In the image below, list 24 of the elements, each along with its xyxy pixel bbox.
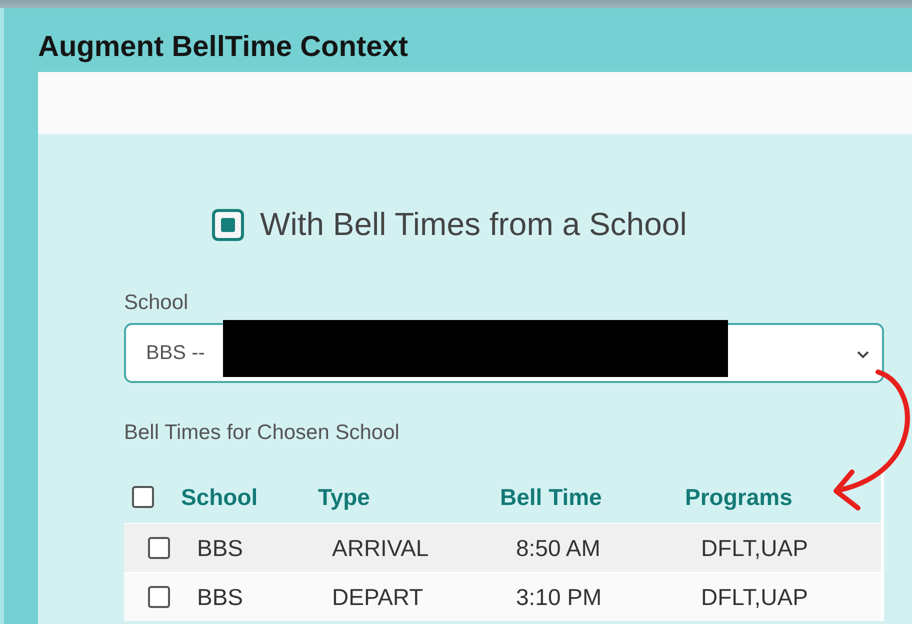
school-select[interactable]: BBS --	[124, 323, 884, 383]
table-cell-text: DFLT,UAP	[701, 584, 809, 610]
table-cell-text: ARRIVAL	[332, 534, 430, 562]
table-cell-text: BBS	[197, 534, 244, 562]
table-cell-text: 8:50 AM	[516, 534, 602, 562]
table-cell-text: 3:10 PM	[516, 584, 603, 610]
column-header[interactable]: Programs	[685, 484, 881, 510]
row-checkbox[interactable]	[148, 537, 170, 559]
field-label: School	[124, 291, 190, 315]
column-header[interactable]: Bell Time	[500, 484, 685, 510]
chevron-down-icon	[856, 350, 870, 359]
option-checkbox[interactable]	[212, 208, 244, 240]
column-header[interactable]: Type	[318, 484, 500, 510]
table-row[interactable]: BBS DEPART 3:10 PM DFLT,UAP	[124, 572, 881, 621]
table-cell-text: DEPART	[332, 584, 424, 610]
table-row[interactable]: BBS ARRIVAL 8:50 AM DFLT,UAP	[124, 523, 881, 572]
table-caption: Bell Times for Chosen School	[124, 421, 400, 445]
table-cell-text: BBS	[197, 584, 244, 610]
window-title: Augment BellTime Context	[38, 30, 410, 64]
column-header[interactable]: School	[181, 484, 318, 510]
row-checkbox[interactable]	[148, 586, 170, 608]
select-all-checkbox[interactable]	[132, 486, 154, 508]
table-cell-text: DFLT,UAP	[701, 534, 809, 562]
option-label: With Bell Times from a School	[260, 206, 687, 243]
